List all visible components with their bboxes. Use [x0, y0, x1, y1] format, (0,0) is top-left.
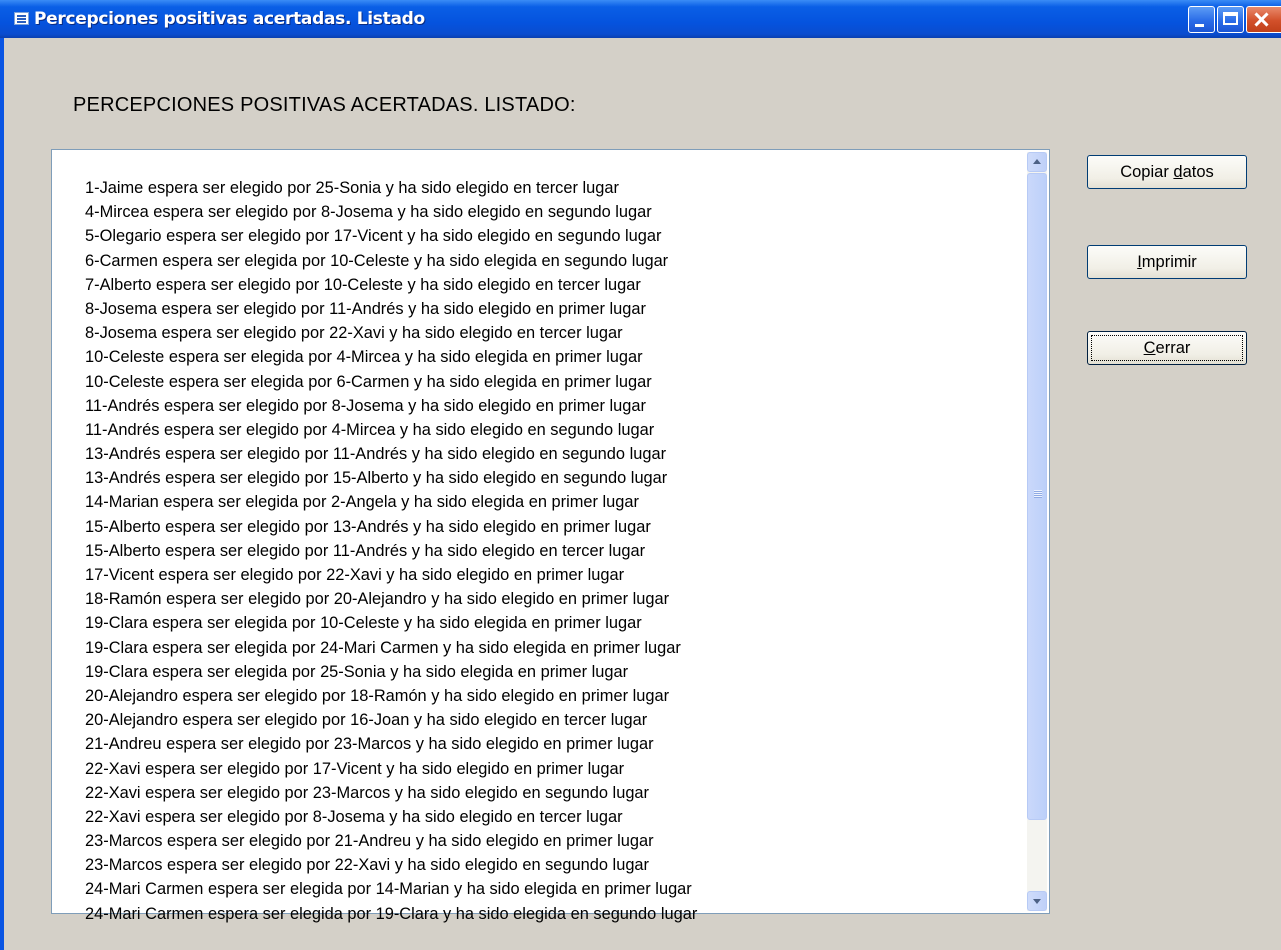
dialog-window: Percepciones positivas acertadas. Listad… — [0, 0, 1281, 950]
results-listbox[interactable]: 1-Jaime espera ser elegido por 25-Sonia … — [51, 149, 1050, 923]
list-item[interactable]: 7-Alberto espera ser elegido por 10-Cele… — [85, 273, 1015, 297]
list-item[interactable]: 22-Xavi espera ser elegido por 17-Vicent… — [85, 757, 1015, 781]
grip-icon — [1034, 490, 1042, 498]
list-item[interactable]: 17-Vicent espera ser elegido por 22-Xavi… — [85, 563, 1015, 587]
copy-data-button[interactable]: Copiar datos — [1087, 155, 1247, 189]
list-item[interactable]: 6-Carmen espera ser elegida por 10-Celes… — [85, 249, 1015, 273]
list-item[interactable]: 1-Jaime espera ser elegido por 25-Sonia … — [85, 176, 1015, 200]
list-item[interactable]: 18-Ramón espera ser elegido por 20-Aleja… — [85, 587, 1015, 611]
maximize-icon[interactable] — [1217, 6, 1244, 33]
list-item[interactable]: 20-Alejandro espera ser elegido por 18-R… — [85, 684, 1015, 708]
list-item[interactable]: 24-Mari Carmen espera ser elegida por 14… — [85, 877, 1015, 901]
copy-data-button-label: Copiar datos — [1120, 163, 1214, 181]
list-item[interactable]: 24-Mari Carmen espera ser elegida por 19… — [85, 902, 1015, 926]
list-item[interactable]: 23-Marcos espera ser elegido por 21-Andr… — [85, 829, 1015, 853]
list-item[interactable]: 8-Josema espera ser elegido por 11-André… — [85, 297, 1015, 321]
list-item[interactable]: 19-Clara espera ser elegida por 10-Celes… — [85, 611, 1015, 635]
list-item[interactable]: 19-Clara espera ser elegida por 24-Mari … — [85, 636, 1015, 660]
list-item[interactable]: 20-Alejandro espera ser elegido por 16-J… — [85, 708, 1015, 732]
list-item[interactable]: 23-Marcos espera ser elegido por 22-Xavi… — [85, 853, 1015, 877]
scrollbar-thumb[interactable] — [1027, 173, 1047, 820]
list-item[interactable]: 5-Olegario espera ser elegido por 17-Vic… — [85, 224, 1015, 248]
list-item[interactable]: 13-Andrés espera ser elegido por 15-Albe… — [85, 466, 1015, 490]
list-item[interactable]: 22-Xavi espera ser elegido por 23-Marcos… — [85, 781, 1015, 805]
list-item[interactable]: 14-Marian espera ser elegida por 2-Angel… — [85, 490, 1015, 514]
list-item[interactable]: 10-Celeste espera ser elegida por 4-Mirc… — [85, 345, 1015, 369]
list-item[interactable]: 13-Andrés espera ser elegido por 11-Andr… — [85, 442, 1015, 466]
list-item[interactable]: 19-Clara espera ser elegida por 25-Sonia… — [85, 660, 1015, 684]
close-icon[interactable] — [1246, 6, 1281, 33]
chevron-up-icon[interactable] — [1027, 152, 1047, 172]
chevron-down-icon[interactable] — [1027, 891, 1047, 911]
dialog-client-area: PERCEPCIONES POSITIVAS ACERTADAS. LISTAD… — [4, 38, 1281, 950]
list-item[interactable]: 11-Andrés espera ser elegido por 4-Mirce… — [85, 418, 1015, 442]
list-item[interactable]: 15-Alberto espera ser elegido por 11-And… — [85, 539, 1015, 563]
list-item[interactable]: 11-Andrés espera ser elegido por 8-Josem… — [85, 394, 1015, 418]
list-item[interactable]: 4-Mircea espera ser elegido por 8-Josema… — [85, 200, 1015, 224]
vertical-scrollbar[interactable] — [1027, 152, 1047, 911]
window-title: Percepciones positivas acertadas. Listad… — [34, 9, 425, 29]
list-item[interactable]: 22-Xavi espera ser elegido por 8-Josema … — [85, 805, 1015, 829]
list-item[interactable]: 10-Celeste espera ser elegida por 6-Carm… — [85, 370, 1015, 394]
minimize-icon[interactable] — [1188, 6, 1215, 33]
list-item[interactable]: 8-Josema espera ser elegido por 22-Xavi … — [85, 321, 1015, 345]
close-button[interactable]: Cerrar — [1087, 331, 1247, 365]
page-title: PERCEPCIONES POSITIVAS ACERTADAS. LISTAD… — [73, 94, 576, 116]
close-button-label: Cerrar — [1143, 339, 1191, 357]
results-list: 1-Jaime espera ser elegido por 25-Sonia … — [85, 176, 1015, 926]
print-button-label: Imprimir — [1137, 253, 1197, 271]
title-bar[interactable]: Percepciones positivas acertadas. Listad… — [0, 0, 1281, 38]
app-window-icon[interactable] — [14, 12, 29, 25]
list-item[interactable]: 21-Andreu espera ser elegido por 23-Marc… — [85, 732, 1015, 756]
print-button[interactable]: Imprimir — [1087, 245, 1247, 279]
list-item[interactable]: 15-Alberto espera ser elegido por 13-And… — [85, 515, 1015, 539]
